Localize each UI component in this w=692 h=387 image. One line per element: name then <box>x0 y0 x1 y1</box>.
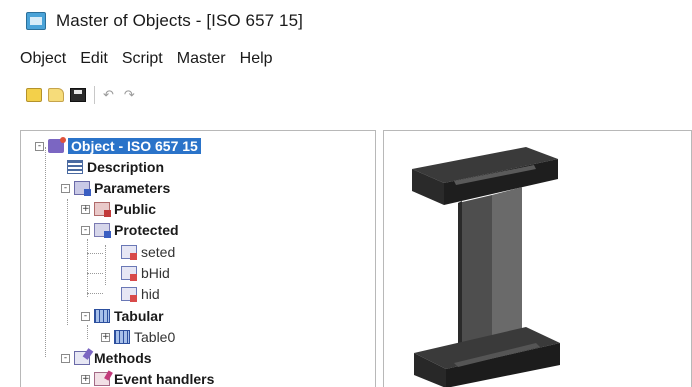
expand-toggle[interactable]: + <box>81 204 90 214</box>
tree-node-label: bHid <box>141 265 170 281</box>
tree-connector <box>67 199 68 325</box>
tree-node-label: Object - ISO 657 15 <box>68 138 201 154</box>
menu-edit[interactable]: Edit <box>80 50 108 68</box>
tree-node-event-handlers[interactable]: + Event handlers <box>81 369 214 387</box>
tree-node-label: Tabular <box>114 308 164 324</box>
tree-node-label: Table0 <box>134 329 176 345</box>
new-file-icon[interactable] <box>26 88 42 102</box>
menu-object[interactable]: Object <box>20 50 66 68</box>
model-preview-panel[interactable] <box>383 130 692 387</box>
object-icon <box>48 137 66 153</box>
tree-connector <box>87 273 103 274</box>
description-icon <box>67 160 83 174</box>
open-folder-icon[interactable] <box>48 88 64 102</box>
tree-node-bhid[interactable]: bHid <box>121 263 170 283</box>
toolbar: ↶ ↷ <box>0 80 692 110</box>
menu-bar: Object Edit Script Master Help <box>0 44 692 74</box>
app-icon <box>26 12 46 30</box>
tree-node-hid[interactable]: hid <box>121 284 160 304</box>
menu-script[interactable]: Script <box>122 50 163 68</box>
expand-toggle[interactable]: + <box>81 374 90 384</box>
i-beam-model <box>412 147 560 387</box>
tree-node-label: Public <box>114 201 157 217</box>
title-bar: Master of Objects - [ISO 657 15] <box>0 0 692 42</box>
methods-icon <box>74 351 90 365</box>
tree-node-label: Parameters <box>94 180 171 196</box>
collapse-toggle[interactable]: - <box>35 141 44 151</box>
menu-help[interactable]: Help <box>240 50 273 68</box>
collapse-toggle[interactable]: - <box>61 183 70 193</box>
web-edge <box>458 201 462 363</box>
table-icon <box>114 330 130 344</box>
window-title: Master of Objects - [ISO 657 15] <box>56 11 303 30</box>
tree-node-object[interactable]: - Object - ISO 657 15 <box>35 136 201 156</box>
collapse-toggle[interactable]: - <box>61 353 70 363</box>
tree-connector <box>105 245 106 285</box>
tree-node-label: Methods <box>94 350 152 366</box>
object-tree-panel[interactable]: - Object - ISO 657 15 Description - Para… <box>20 130 376 387</box>
save-icon[interactable] <box>70 88 86 102</box>
tree-node-label: Description <box>87 159 165 175</box>
tree-node-parameters[interactable]: - Parameters <box>61 178 170 198</box>
tree-connector <box>87 325 88 339</box>
toolbar-separator <box>94 86 95 104</box>
collapse-toggle[interactable]: - <box>81 311 90 321</box>
tree-connector <box>45 147 46 357</box>
tree-node-label: Protected <box>114 222 179 238</box>
tree-node-label: hid <box>141 286 160 302</box>
collapse-toggle[interactable]: - <box>81 225 90 235</box>
tree-connector <box>87 293 103 294</box>
public-params-icon <box>94 202 111 217</box>
tree-node-description[interactable]: Description <box>67 157 164 177</box>
parameters-icon <box>74 181 91 196</box>
variable-icon <box>121 266 137 281</box>
variable-icon <box>121 245 137 260</box>
tree-connector <box>87 239 88 297</box>
tree-node-seted[interactable]: seted <box>121 242 175 262</box>
protected-params-icon <box>94 223 111 238</box>
tree-node-table0[interactable]: + Table0 <box>101 327 175 347</box>
tree-node-tabular[interactable]: - Tabular <box>81 306 164 326</box>
variable-icon <box>121 287 137 302</box>
undo-icon[interactable]: ↶ <box>103 87 114 103</box>
tree-node-label: Event handlers <box>114 371 215 387</box>
menu-master[interactable]: Master <box>177 50 226 68</box>
redo-icon[interactable]: ↷ <box>124 87 135 103</box>
expand-toggle[interactable]: + <box>101 332 110 342</box>
tree-connector <box>87 253 103 254</box>
tree-node-label: seted <box>141 244 176 260</box>
event-handlers-icon <box>94 372 110 386</box>
tree-node-methods[interactable]: - Methods <box>61 348 152 368</box>
table-icon <box>94 309 110 323</box>
tree-node-protected[interactable]: - Protected <box>81 220 179 240</box>
tree-node-public[interactable]: + Public <box>81 199 156 219</box>
